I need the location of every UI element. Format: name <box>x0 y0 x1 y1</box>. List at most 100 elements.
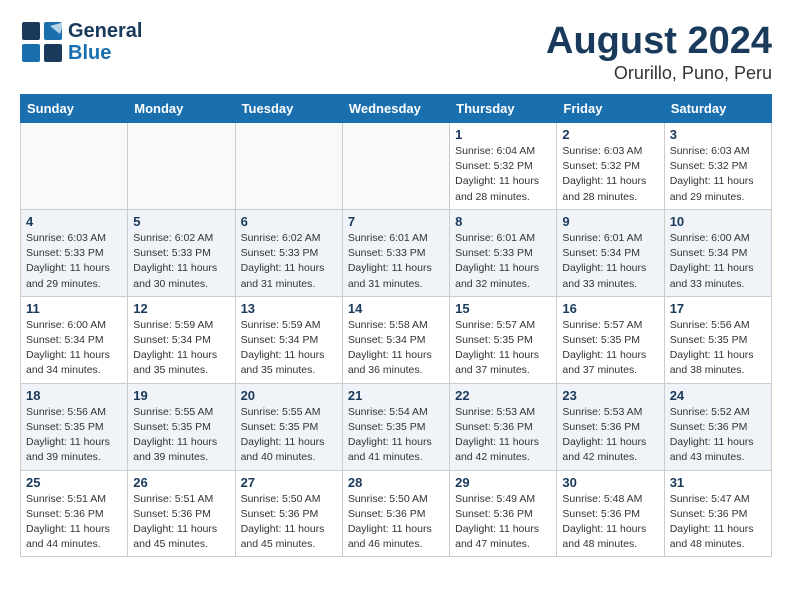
calendar-cell <box>128 123 235 210</box>
calendar-cell: 22 Sunrise: 5:53 AM Sunset: 5:36 PM Dayli… <box>450 383 557 470</box>
day-number: 1 <box>455 127 551 142</box>
day-number: 17 <box>670 301 766 316</box>
logo: General Blue <box>20 20 142 64</box>
day-number: 23 <box>562 388 658 403</box>
weekday-header-thursday: Thursday <box>450 95 557 123</box>
calendar-cell: 21 Sunrise: 5:54 AM Sunset: 5:35 PM Dayli… <box>342 383 449 470</box>
weekday-header-sunday: Sunday <box>21 95 128 123</box>
calendar-cell: 7 Sunrise: 6:01 AM Sunset: 5:33 PM Daylig… <box>342 209 449 296</box>
day-number: 13 <box>241 301 337 316</box>
day-info: Sunrise: 5:53 AM Sunset: 5:36 PM Dayligh… <box>455 405 551 466</box>
day-info: Sunrise: 6:00 AM Sunset: 5:34 PM Dayligh… <box>26 318 122 379</box>
day-info: Sunrise: 6:03 AM Sunset: 5:32 PM Dayligh… <box>562 144 658 205</box>
day-info: Sunrise: 5:47 AM Sunset: 5:36 PM Dayligh… <box>670 492 766 553</box>
logo-blue: Blue <box>68 42 142 64</box>
calendar-cell: 14 Sunrise: 5:58 AM Sunset: 5:34 PM Dayli… <box>342 296 449 383</box>
day-number: 19 <box>133 388 229 403</box>
calendar-cell: 25Sunrise: 5:51 AM Sunset: 5:36 PM Dayli… <box>21 470 128 557</box>
day-info: Sunrise: 5:49 AM Sunset: 5:36 PM Dayligh… <box>455 492 551 553</box>
day-number: 7 <box>348 214 444 229</box>
calendar-cell: 19 Sunrise: 5:55 AM Sunset: 5:35 PM Dayli… <box>128 383 235 470</box>
week-row-1: 1 Sunrise: 6:04 AM Sunset: 5:32 PM Daylig… <box>21 123 772 210</box>
day-number: 27 <box>241 475 337 490</box>
day-info: Sunrise: 5:57 AM Sunset: 5:35 PM Dayligh… <box>455 318 551 379</box>
day-number: 4 <box>26 214 122 229</box>
calendar-cell: 30 Sunrise: 5:48 AM Sunset: 5:36 PM Dayli… <box>557 470 664 557</box>
day-info: Sunrise: 5:56 AM Sunset: 5:35 PM Dayligh… <box>670 318 766 379</box>
day-number: 28 <box>348 475 444 490</box>
calendar-cell <box>342 123 449 210</box>
weekday-header-tuesday: Tuesday <box>235 95 342 123</box>
calendar-cell: 27Sunrise: 5:50 AM Sunset: 5:36 PM Dayli… <box>235 470 342 557</box>
day-info: Sunrise: 5:59 AM Sunset: 5:34 PM Dayligh… <box>133 318 229 379</box>
day-info: Sunrise: 6:02 AM Sunset: 5:33 PM Dayligh… <box>241 231 337 292</box>
calendar-cell: 28Sunrise: 5:50 AM Sunset: 5:36 PM Dayli… <box>342 470 449 557</box>
day-info: Sunrise: 5:55 AM Sunset: 5:35 PM Dayligh… <box>133 405 229 466</box>
day-info: Sunrise: 6:01 AM Sunset: 5:33 PM Dayligh… <box>455 231 551 292</box>
day-info: Sunrise: 6:03 AM Sunset: 5:33 PM Dayligh… <box>26 231 122 292</box>
day-info: Sunrise: 5:58 AM Sunset: 5:34 PM Dayligh… <box>348 318 444 379</box>
weekday-header-friday: Friday <box>557 95 664 123</box>
day-number: 30 <box>562 475 658 490</box>
day-info: Sunrise: 6:04 AM Sunset: 5:32 PM Dayligh… <box>455 144 551 205</box>
weekday-header-monday: Monday <box>128 95 235 123</box>
day-number: 21 <box>348 388 444 403</box>
calendar-cell: 9 Sunrise: 6:01 AM Sunset: 5:34 PM Daylig… <box>557 209 664 296</box>
title-section: August 2024 Orurillo, Puno, Peru <box>546 20 772 84</box>
day-number: 12 <box>133 301 229 316</box>
calendar-cell: 24 Sunrise: 5:52 AM Sunset: 5:36 PM Dayli… <box>664 383 771 470</box>
calendar-cell: 8Sunrise: 6:01 AM Sunset: 5:33 PM Daylig… <box>450 209 557 296</box>
day-info: Sunrise: 6:00 AM Sunset: 5:34 PM Dayligh… <box>670 231 766 292</box>
day-info: Sunrise: 5:55 AM Sunset: 5:35 PM Dayligh… <box>241 405 337 466</box>
calendar-cell: 16 Sunrise: 5:57 AM Sunset: 5:35 PM Dayli… <box>557 296 664 383</box>
location-title: Orurillo, Puno, Peru <box>546 63 772 84</box>
day-info: Sunrise: 5:51 AM Sunset: 5:36 PM Dayligh… <box>26 492 122 553</box>
calendar-cell: 23 Sunrise: 5:53 AM Sunset: 5:36 PM Dayli… <box>557 383 664 470</box>
day-info: Sunrise: 5:53 AM Sunset: 5:36 PM Dayligh… <box>562 405 658 466</box>
calendar-cell: 17 Sunrise: 5:56 AM Sunset: 5:35 PM Dayli… <box>664 296 771 383</box>
week-row-5: 25Sunrise: 5:51 AM Sunset: 5:36 PM Dayli… <box>21 470 772 557</box>
day-number: 5 <box>133 214 229 229</box>
weekday-header-row: SundayMondayTuesdayWednesdayThursdayFrid… <box>21 95 772 123</box>
week-row-4: 18Sunrise: 5:56 AM Sunset: 5:35 PM Dayli… <box>21 383 772 470</box>
day-info: Sunrise: 5:56 AM Sunset: 5:35 PM Dayligh… <box>26 405 122 466</box>
logo-icon <box>20 20 64 64</box>
day-number: 16 <box>562 301 658 316</box>
day-number: 29 <box>455 475 551 490</box>
calendar-cell: 6Sunrise: 6:02 AM Sunset: 5:33 PM Daylig… <box>235 209 342 296</box>
day-number: 24 <box>670 388 766 403</box>
calendar-cell: 5Sunrise: 6:02 AM Sunset: 5:33 PM Daylig… <box>128 209 235 296</box>
calendar-cell: 29 Sunrise: 5:49 AM Sunset: 5:36 PM Dayli… <box>450 470 557 557</box>
day-info: Sunrise: 5:51 AM Sunset: 5:36 PM Dayligh… <box>133 492 229 553</box>
calendar-cell: 18Sunrise: 5:56 AM Sunset: 5:35 PM Dayli… <box>21 383 128 470</box>
day-number: 10 <box>670 214 766 229</box>
day-number: 31 <box>670 475 766 490</box>
calendar-cell: 12 Sunrise: 5:59 AM Sunset: 5:34 PM Dayli… <box>128 296 235 383</box>
day-info: Sunrise: 6:01 AM Sunset: 5:33 PM Dayligh… <box>348 231 444 292</box>
day-number: 3 <box>670 127 766 142</box>
day-number: 22 <box>455 388 551 403</box>
day-number: 14 <box>348 301 444 316</box>
month-title: August 2024 <box>546 20 772 63</box>
calendar-cell: 1 Sunrise: 6:04 AM Sunset: 5:32 PM Daylig… <box>450 123 557 210</box>
day-info: Sunrise: 5:59 AM Sunset: 5:34 PM Dayligh… <box>241 318 337 379</box>
calendar-cell: 10 Sunrise: 6:00 AM Sunset: 5:34 PM Dayli… <box>664 209 771 296</box>
day-info: Sunrise: 5:52 AM Sunset: 5:36 PM Dayligh… <box>670 405 766 466</box>
calendar-cell: 20 Sunrise: 5:55 AM Sunset: 5:35 PM Dayli… <box>235 383 342 470</box>
weekday-header-saturday: Saturday <box>664 95 771 123</box>
page-header: General Blue August 2024 Orurillo, Puno,… <box>20 20 772 84</box>
day-info: Sunrise: 6:01 AM Sunset: 5:34 PM Dayligh… <box>562 231 658 292</box>
day-number: 9 <box>562 214 658 229</box>
day-number: 15 <box>455 301 551 316</box>
calendar-cell: 13 Sunrise: 5:59 AM Sunset: 5:34 PM Dayli… <box>235 296 342 383</box>
day-number: 26 <box>133 475 229 490</box>
calendar-cell: 2Sunrise: 6:03 AM Sunset: 5:32 PM Daylig… <box>557 123 664 210</box>
day-number: 11 <box>26 301 122 316</box>
day-info: Sunrise: 5:54 AM Sunset: 5:35 PM Dayligh… <box>348 405 444 466</box>
calendar-table: SundayMondayTuesdayWednesdayThursdayFrid… <box>20 94 772 557</box>
day-info: Sunrise: 5:57 AM Sunset: 5:35 PM Dayligh… <box>562 318 658 379</box>
day-info: Sunrise: 5:48 AM Sunset: 5:36 PM Dayligh… <box>562 492 658 553</box>
calendar-cell: 4 Sunrise: 6:03 AM Sunset: 5:33 PM Daylig… <box>21 209 128 296</box>
calendar-cell: 15 Sunrise: 5:57 AM Sunset: 5:35 PM Dayli… <box>450 296 557 383</box>
day-number: 20 <box>241 388 337 403</box>
